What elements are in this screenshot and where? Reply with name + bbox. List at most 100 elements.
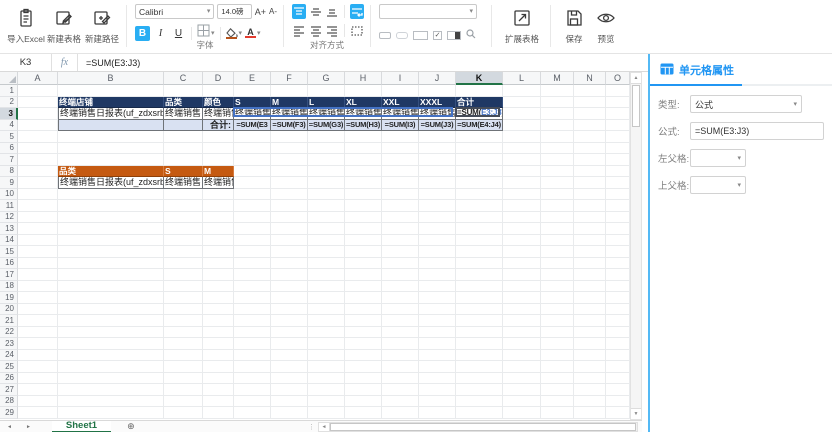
next-sheet-icon[interactable]: ► xyxy=(19,424,38,430)
cell-I17[interactable] xyxy=(382,269,419,281)
row-header-15[interactable]: 15 xyxy=(0,246,18,258)
name-box[interactable]: K3 xyxy=(0,54,52,71)
row-header-27[interactable]: 27 xyxy=(0,384,18,396)
cell-L10[interactable] xyxy=(503,189,541,201)
column-header-N[interactable]: N xyxy=(574,72,606,85)
sheet-tab-sheet1[interactable]: Sheet1 xyxy=(52,421,111,432)
column-header-H[interactable]: H xyxy=(345,72,382,85)
cell-N6[interactable] xyxy=(574,143,606,155)
cell-A15[interactable] xyxy=(18,246,58,258)
cell-B1[interactable] xyxy=(58,85,164,97)
cell-I12[interactable] xyxy=(382,212,419,224)
cell-C28[interactable] xyxy=(164,396,203,408)
left-parent-select[interactable]: ▾ xyxy=(690,149,746,167)
cell-A25[interactable] xyxy=(18,361,58,373)
font-color-button[interactable]: A ▾ xyxy=(245,28,261,38)
cell-A7[interactable] xyxy=(18,154,58,166)
cell-B6[interactable] xyxy=(58,143,164,155)
cell-C13[interactable] xyxy=(164,223,203,235)
cell-A10[interactable] xyxy=(18,189,58,201)
cell-B7[interactable] xyxy=(58,154,164,166)
cell-B29[interactable] xyxy=(58,407,164,419)
cell-E19[interactable] xyxy=(234,292,271,304)
cell-L12[interactable] xyxy=(503,212,541,224)
cell-O6[interactable] xyxy=(606,143,630,155)
cell-O14[interactable] xyxy=(606,235,630,247)
cell-O15[interactable] xyxy=(606,246,630,258)
cell-I24[interactable] xyxy=(382,350,419,362)
cell-O27[interactable] xyxy=(606,384,630,396)
cell-C10[interactable] xyxy=(164,189,203,201)
row-header-25[interactable]: 25 xyxy=(0,361,18,373)
cell-B19[interactable] xyxy=(58,292,164,304)
cell-L25[interactable] xyxy=(503,361,541,373)
cell-F16[interactable] xyxy=(271,258,308,270)
column-header-B[interactable]: B xyxy=(58,72,164,85)
cell-D19[interactable] xyxy=(203,292,234,304)
cell-B12[interactable] xyxy=(58,212,164,224)
cell-C17[interactable] xyxy=(164,269,203,281)
cell-K21[interactable] xyxy=(456,315,503,327)
cell-L9[interactable] xyxy=(503,177,541,189)
font-family-select[interactable]: Calibri ▾ xyxy=(135,4,214,19)
cell-D15[interactable] xyxy=(203,246,234,258)
cell-H17[interactable] xyxy=(345,269,382,281)
cell-G29[interactable] xyxy=(308,407,345,419)
align-right-button[interactable] xyxy=(326,23,340,38)
cell-H13[interactable] xyxy=(345,223,382,235)
cell-N14[interactable] xyxy=(574,235,606,247)
cell-D3[interactable]: 终端销售 xyxy=(203,108,234,120)
expand-table-button[interactable]: 扩展表格 xyxy=(500,3,544,53)
cell-K19[interactable] xyxy=(456,292,503,304)
cell-D7[interactable] xyxy=(203,154,234,166)
cell-L14[interactable] xyxy=(503,235,541,247)
cell-G27[interactable] xyxy=(308,384,345,396)
cell-M23[interactable] xyxy=(541,338,574,350)
cell-C14[interactable] xyxy=(164,235,203,247)
cell-F13[interactable] xyxy=(271,223,308,235)
cell-B15[interactable] xyxy=(58,246,164,258)
cell-N23[interactable] xyxy=(574,338,606,350)
row-header-11[interactable]: 11 xyxy=(0,200,18,212)
cell-O22[interactable] xyxy=(606,327,630,339)
cell-I22[interactable] xyxy=(382,327,419,339)
cell-H27[interactable] xyxy=(345,384,382,396)
cell-I20[interactable] xyxy=(382,304,419,316)
cell-E27[interactable] xyxy=(234,384,271,396)
cell-N12[interactable] xyxy=(574,212,606,224)
cell-M19[interactable] xyxy=(541,292,574,304)
rounded-field-widget-icon[interactable] xyxy=(396,32,408,39)
cell-H2[interactable]: XL xyxy=(345,97,382,109)
cell-H11[interactable] xyxy=(345,200,382,212)
cell-M7[interactable] xyxy=(541,154,574,166)
column-header-G[interactable]: G xyxy=(308,72,345,85)
horizontal-scroll-thumb[interactable] xyxy=(330,423,636,431)
cell-N1[interactable] xyxy=(574,85,606,97)
cell-B14[interactable] xyxy=(58,235,164,247)
cell-F5[interactable] xyxy=(271,131,308,143)
cell-M1[interactable] xyxy=(541,85,574,97)
cell-M13[interactable] xyxy=(541,223,574,235)
cell-K18[interactable] xyxy=(456,281,503,293)
magnifier-icon[interactable] xyxy=(466,26,476,44)
cell-B23[interactable] xyxy=(58,338,164,350)
cell-H22[interactable] xyxy=(345,327,382,339)
column-header-O[interactable]: O xyxy=(606,72,630,85)
row-header-21[interactable]: 21 xyxy=(0,315,18,327)
cell-N19[interactable] xyxy=(574,292,606,304)
cell-A4[interactable] xyxy=(18,120,58,132)
cell-D6[interactable] xyxy=(203,143,234,155)
cell-K23[interactable] xyxy=(456,338,503,350)
cell-L16[interactable] xyxy=(503,258,541,270)
cell-I8[interactable] xyxy=(382,166,419,178)
cell-J14[interactable] xyxy=(419,235,456,247)
cell-H18[interactable] xyxy=(345,281,382,293)
cell-K3[interactable]: =SUM(E3:J3) xyxy=(456,108,503,120)
cell-K20[interactable] xyxy=(456,304,503,316)
cell-E18[interactable] xyxy=(234,281,271,293)
cell-H21[interactable] xyxy=(345,315,382,327)
cell-J6[interactable] xyxy=(419,143,456,155)
cell-K15[interactable] xyxy=(456,246,503,258)
cell-I18[interactable] xyxy=(382,281,419,293)
cell-H1[interactable] xyxy=(345,85,382,97)
